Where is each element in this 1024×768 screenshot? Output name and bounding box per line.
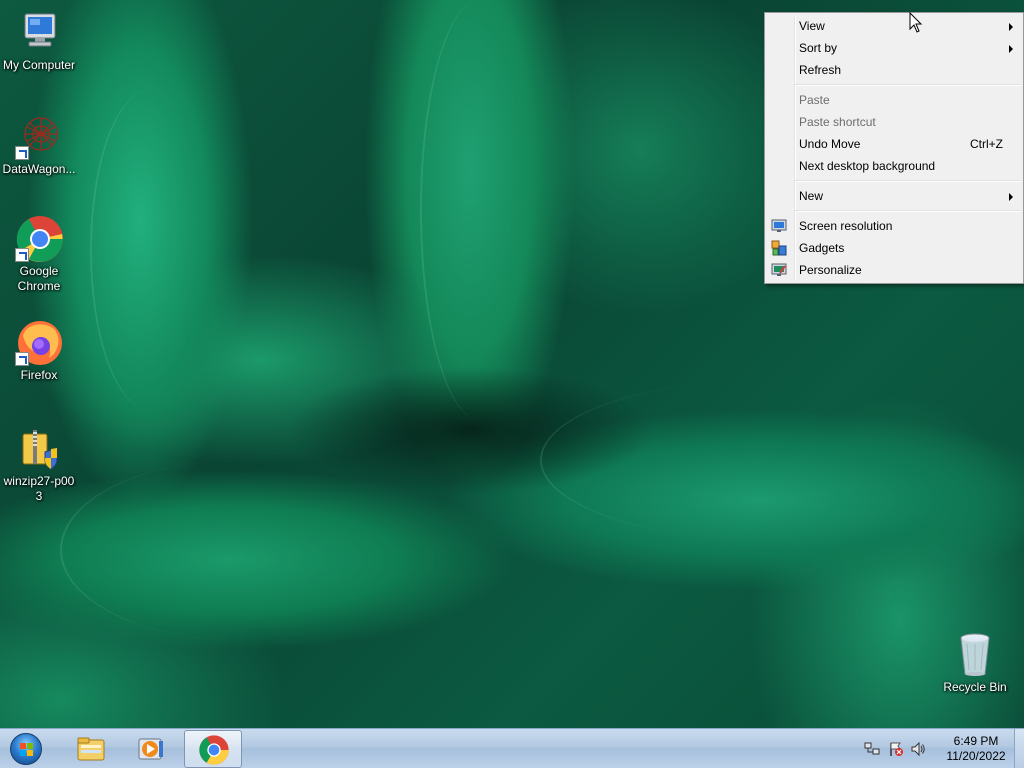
my-computer-icon[interactable]: My Computer (1, 8, 77, 73)
menu-item-sort-by[interactable]: Sort by (765, 37, 1023, 59)
shortcut-arrow-icon (15, 146, 29, 160)
media-player-icon (138, 738, 163, 760)
shortcut-arrow-icon (15, 352, 29, 366)
menu-item-next-desktop-background[interactable]: Next desktop background (765, 155, 1023, 177)
menu-item-personalize[interactable]: Personalize (765, 259, 1023, 281)
desktop-icon-label: DataWagon... (2, 162, 76, 176)
mouse-cursor-icon (909, 12, 923, 33)
menu-item-label: Refresh (799, 63, 842, 77)
action-center-flag-icon[interactable] (888, 741, 904, 757)
desktop-icon-label: My Computer (2, 58, 76, 72)
computer-icon (24, 13, 56, 47)
monitor-icon (771, 219, 787, 232)
menu-item-label: Undo Move (799, 137, 861, 151)
desktop-context-menu: View Sort by Refresh Paste Paste shortcu… (764, 12, 1024, 284)
volume-icon[interactable] (910, 741, 926, 757)
desktop-wallpaper[interactable]: My Computer DataWagon... Google Chrome F… (0, 0, 1024, 728)
google-chrome-shortcut[interactable]: Google Chrome (1, 214, 77, 294)
submenu-arrow-icon (1009, 193, 1013, 201)
menu-item-gadgets[interactable]: Gadgets (765, 237, 1023, 259)
clock-time: 6:49 PM (953, 734, 999, 748)
personalize-icon (771, 263, 787, 276)
clock[interactable]: 6:49 PM 11/20/2022 (938, 734, 1014, 764)
taskbar-windows-explorer[interactable] (62, 730, 120, 768)
network-icon[interactable] (864, 741, 880, 757)
gadgets-icon (771, 240, 787, 256)
menu-item-label: Paste shortcut (799, 115, 876, 129)
desktop-icon-label: winzip27-p003 (3, 474, 75, 503)
menu-item-label: View (799, 19, 825, 33)
menu-item-screen-resolution[interactable]: Screen resolution (765, 215, 1023, 237)
recycle-bin[interactable]: Recycle Bin (937, 630, 1013, 695)
submenu-arrow-icon (1009, 23, 1013, 31)
winzip-installer-icon (22, 430, 58, 470)
datawagon-shortcut[interactable]: DataWagon... (1, 112, 77, 177)
shortcut-arrow-icon (15, 248, 29, 262)
taskbar-media-player[interactable] (122, 730, 180, 768)
taskbar-google-chrome[interactable] (184, 730, 242, 768)
firefox-shortcut[interactable]: Firefox (1, 318, 77, 383)
menu-separator (765, 207, 1023, 215)
menu-separator (765, 81, 1023, 89)
start-button[interactable] (4, 731, 48, 767)
menu-item-new[interactable]: New (765, 185, 1023, 207)
menu-item-label: Personalize (799, 263, 862, 277)
menu-separator (765, 177, 1023, 185)
windows-orb-icon (10, 733, 42, 765)
winzip-installer-file[interactable]: winzip27-p003 (1, 424, 77, 504)
menu-item-label: Gadgets (799, 241, 845, 255)
keyboard-shortcut: Ctrl+Z (970, 137, 1003, 151)
chrome-icon (199, 735, 229, 765)
menu-item-label: Screen resolution (799, 219, 893, 233)
menu-item-paste: Paste (765, 89, 1023, 111)
menu-item-view[interactable]: View (765, 15, 1023, 37)
recycle-bin-icon (960, 633, 990, 676)
windows-explorer-icon (77, 737, 105, 761)
submenu-arrow-icon (1009, 45, 1013, 53)
taskbar: 6:49 PM 11/20/2022 (0, 728, 1024, 768)
desktop-icon-label: Google Chrome (17, 264, 61, 293)
show-desktop-button[interactable] (1014, 729, 1024, 768)
menu-item-refresh[interactable]: Refresh (765, 59, 1023, 81)
menu-item-undo-move[interactable]: Undo Move Ctrl+Z (765, 133, 1023, 155)
menu-item-label: New (799, 189, 824, 203)
desktop-icon-label: Firefox (20, 368, 58, 382)
menu-item-label: Next desktop background (799, 159, 936, 173)
menu-item-label: Paste (799, 93, 830, 107)
menu-item-paste-shortcut: Paste shortcut (765, 111, 1023, 133)
system-tray: 6:49 PM 11/20/2022 (860, 729, 1024, 768)
clock-date: 11/20/2022 (946, 749, 1006, 763)
desktop-icon-label: Recycle Bin (943, 680, 1007, 694)
menu-item-label: Sort by (799, 41, 838, 55)
